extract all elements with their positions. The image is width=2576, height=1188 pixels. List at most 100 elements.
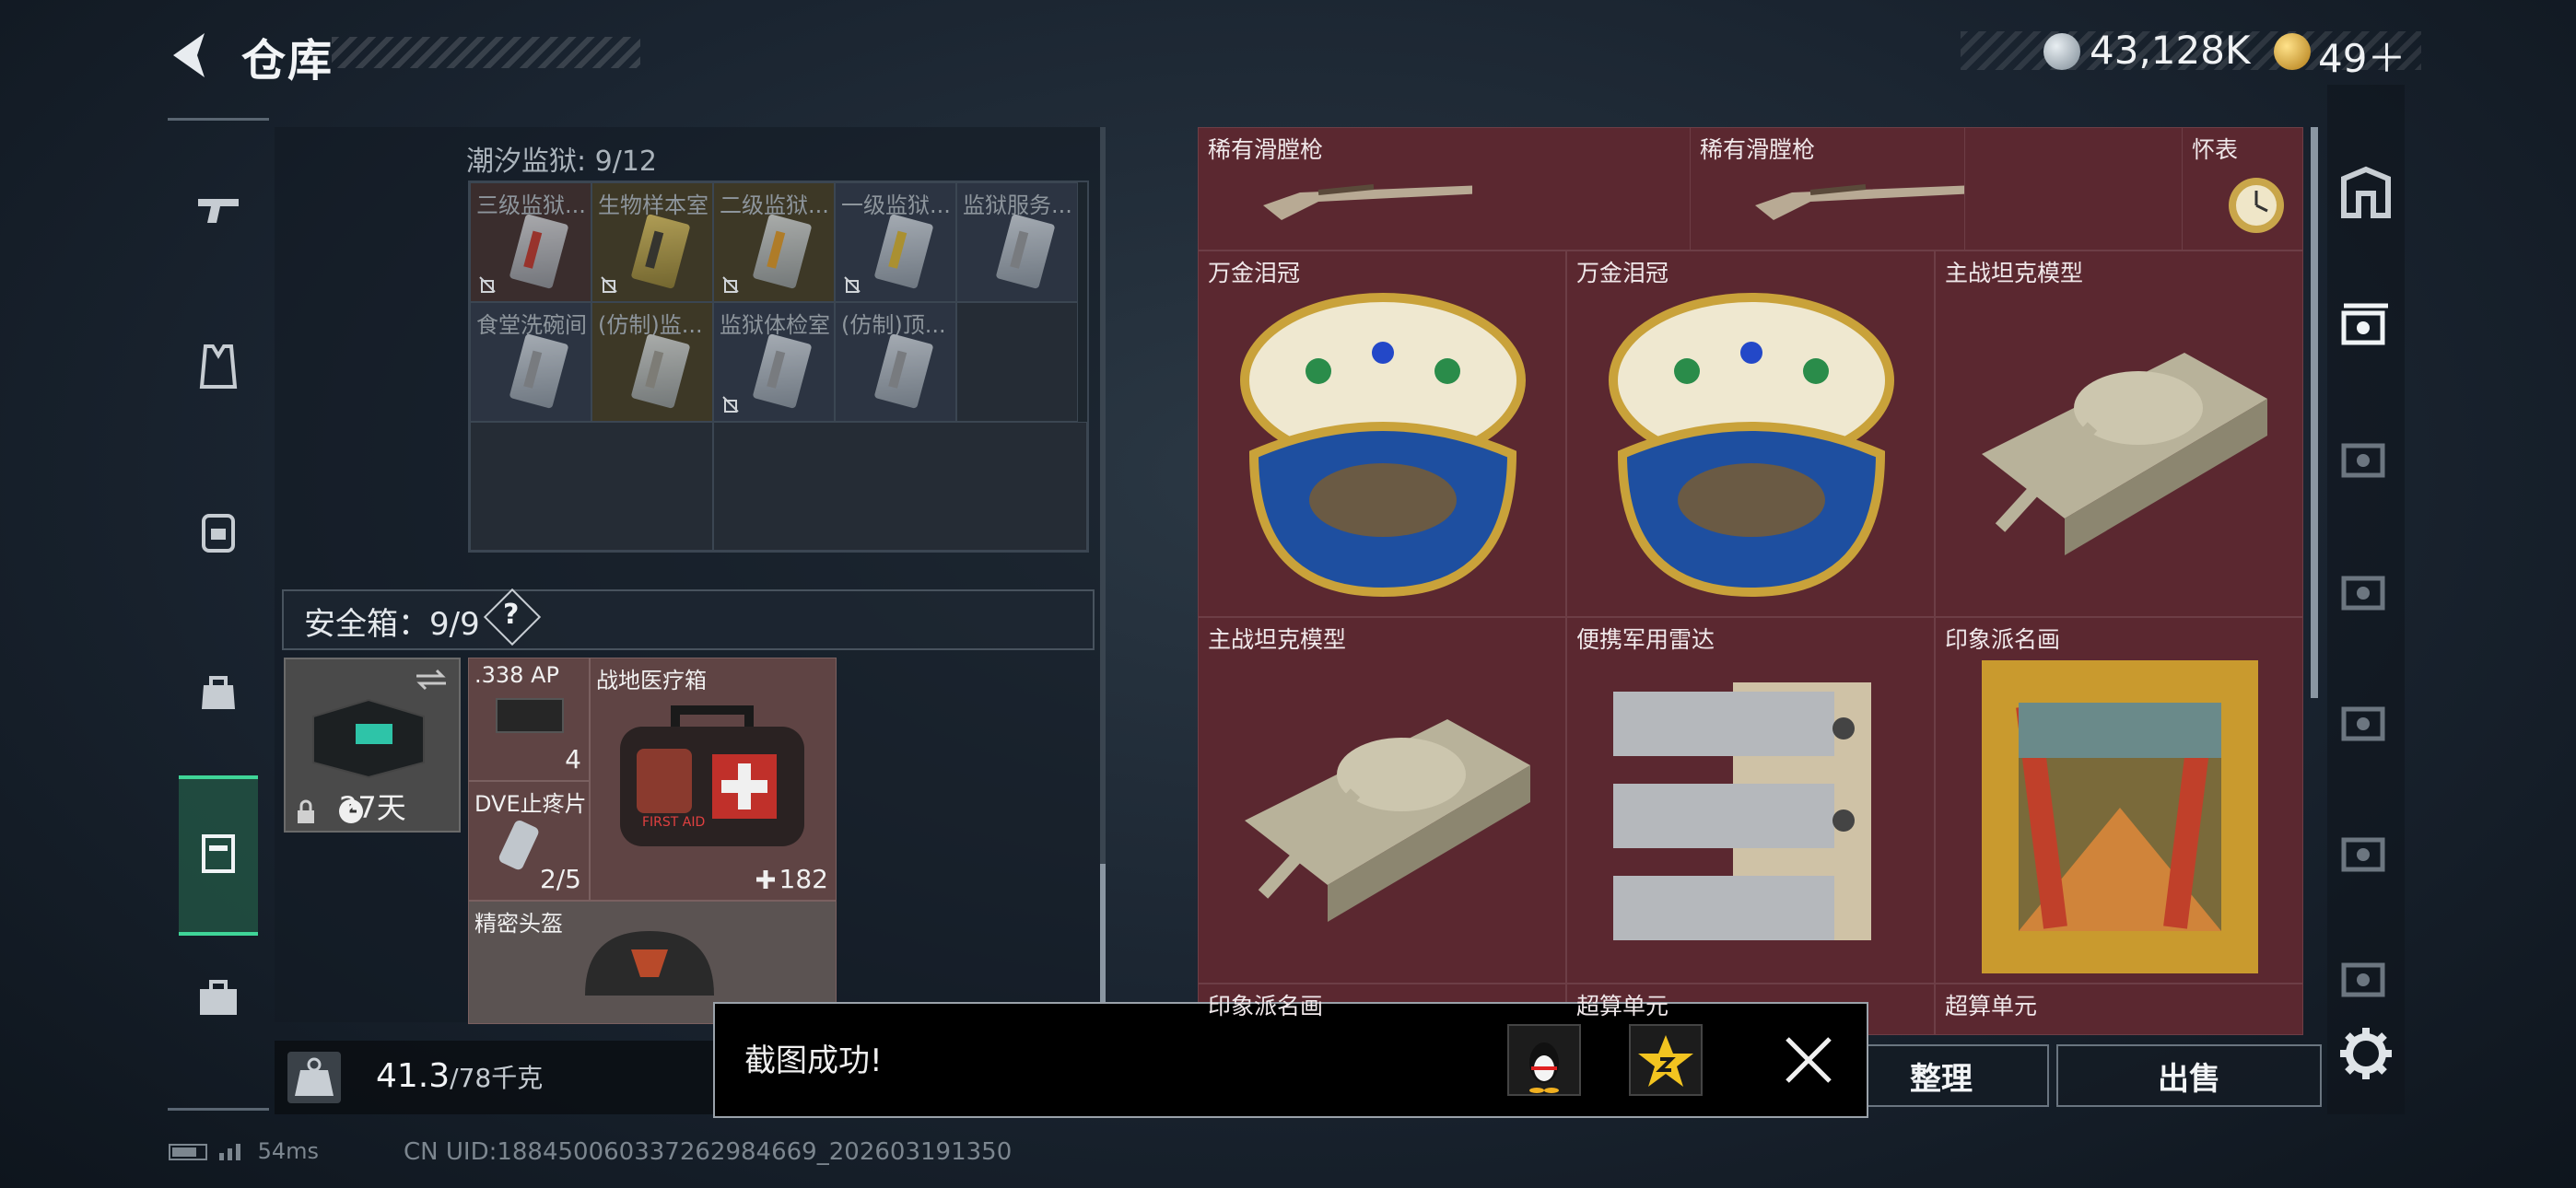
battery-signal-icon — [169, 1144, 240, 1160]
swap-icon — [416, 669, 446, 691]
stash-home-icon[interactable] — [2338, 166, 2394, 221]
weight-value: 41.3/78千克 — [376, 1057, 544, 1095]
keycard-slot-empty[interactable] — [956, 302, 1078, 422]
rail-toolbox[interactable] — [184, 962, 252, 1031]
svg-text:FIRST AID: FIRST AID — [642, 815, 705, 830]
pill-bottle-icon — [498, 820, 539, 870]
keycard-slot[interactable]: 三级监狱... — [470, 182, 591, 302]
safe-box-label: 安全箱：9/9 — [304, 606, 480, 643]
network-status: 54ms — [168, 1138, 319, 1164]
pistol-icon — [198, 199, 239, 223]
keycard-slot[interactable]: 二级监狱... — [713, 182, 835, 302]
keycard-grid: 三级监狱... 生物样本室 二级监狱... 一级监狱... 监狱服务... 食堂… — [468, 181, 1089, 553]
qzone-star-icon — [1638, 1035, 1693, 1087]
keycard-slot[interactable]: 食堂洗碗间 — [470, 302, 591, 422]
rail-weapons[interactable] — [184, 174, 252, 242]
no-trade-icon — [722, 276, 739, 293]
stash-tab-iv-icon[interactable] — [2338, 562, 2394, 617]
keycard-container-label: 潮汐监狱: 9/12 — [466, 146, 658, 178]
inventory-scroll-thumb[interactable] — [1100, 864, 1106, 1002]
stash-tab-iv-icon[interactable] — [2338, 823, 2394, 879]
weight-icon — [287, 1052, 341, 1103]
stash-item-radar[interactable]: 便携军用雷达 — [1566, 617, 1935, 984]
rail-safe-box[interactable] — [179, 775, 258, 936]
stash-item-jeweled-egg[interactable]: 万金泪冠 — [1566, 250, 1935, 617]
keycard-slot[interactable]: 生物样本室 — [591, 182, 713, 302]
tank-model-image — [1245, 719, 1530, 922]
musket-image — [1755, 184, 1965, 220]
gold-coin-icon — [2274, 33, 2311, 70]
jeweled-egg-image — [1609, 293, 1894, 598]
rail-vest[interactable] — [184, 332, 252, 401]
keycard-slot[interactable]: 监狱服务... — [956, 182, 1078, 302]
toolbox-icon — [200, 980, 237, 1015]
safe-box-icon — [202, 834, 235, 873]
page-title: 仓库 — [241, 35, 334, 87]
stash-item-painting[interactable]: 印象派名画 — [1935, 617, 2303, 984]
ammo-item[interactable]: .338 AP 4 — [468, 658, 590, 781]
stash-tab-iii-icon[interactable] — [2338, 693, 2394, 748]
share-qzone-button[interactable] — [1629, 1024, 1703, 1096]
no-trade-icon — [722, 396, 739, 413]
plus-icon — [756, 870, 775, 889]
stash-item-musket[interactable]: 稀有滑膛枪 — [1690, 127, 1966, 250]
category-rail — [168, 118, 269, 1111]
lock-icon — [298, 799, 314, 823]
rail-bag[interactable] — [184, 657, 252, 725]
stash-item-tank-model[interactable]: 主战坦克模型 — [1935, 250, 2303, 617]
no-trade-icon — [479, 276, 496, 293]
toast-message: 截图成功! — [744, 1042, 883, 1079]
first-aid-kit-image: FIRST AID — [620, 705, 804, 846]
money-balance: 43,128K — [2090, 28, 2251, 73]
safe-box-days: 27天 — [339, 790, 406, 825]
safe-box-image — [312, 698, 425, 779]
military-radar-image — [1613, 682, 1871, 940]
ammo-box-icon — [496, 698, 564, 733]
user-uid: CN UID:18845006033726298466​9_2026031913… — [404, 1138, 1013, 1166]
vest-icon — [199, 344, 238, 389]
no-trade-icon — [601, 276, 617, 293]
title-decoration — [332, 37, 640, 68]
qq-penguin-icon — [1529, 1042, 1559, 1093]
rail-backpack[interactable] — [184, 496, 252, 565]
no-trade-icon — [844, 276, 861, 293]
ticket-balance[interactable]: 49＋ — [2318, 28, 2406, 84]
stash-item-tank-model[interactable]: 主战坦克模型 — [1198, 617, 1566, 984]
painkiller-item[interactable]: DVE止疼片 2/5 — [468, 781, 590, 901]
stash-item-cell[interactable] — [1964, 127, 2184, 250]
medkit-item[interactable]: 战地医疗箱 FIRST AID 182 — [485, 658, 837, 901]
bag-icon — [202, 676, 235, 709]
share-qq-button[interactable] — [1507, 1024, 1581, 1096]
stash-item-supercomputer[interactable]: 超算单元 — [1935, 984, 2303, 1035]
stash-scrollbar[interactable] — [2311, 127, 2318, 698]
stash-tab-iii-icon[interactable] — [2338, 949, 2394, 1004]
stash-item-cell[interactable] — [1472, 127, 1691, 250]
impressionist-painting-image — [1982, 660, 2258, 973]
stash-item-pocket-watch[interactable]: 怀表 — [2182, 127, 2303, 250]
keycard-slot[interactable]: 监狱体检室 — [713, 302, 835, 422]
jeweled-egg-image — [1240, 293, 1526, 598]
keycard-slot-empty[interactable] — [470, 422, 713, 551]
backpack-icon — [202, 514, 235, 553]
keycard-slot[interactable]: 一级监狱... — [835, 182, 956, 302]
stash-item-musket[interactable]: 稀有滑膛枪 — [1198, 127, 1474, 250]
weight-max: /78千克 — [450, 1063, 544, 1093]
help-glyph: ? — [503, 599, 520, 631]
tank-model-image — [1982, 353, 2267, 555]
keycard-slot[interactable]: (仿制)顶... — [835, 302, 956, 422]
sell-button[interactable]: 出售 — [2056, 1044, 2322, 1107]
pocket-watch-image — [2229, 178, 2284, 233]
musket-image — [1263, 184, 1473, 220]
helmet-image — [585, 931, 714, 996]
keycard-slot[interactable]: (仿制)监... — [591, 302, 713, 422]
keycard-slot-empty[interactable] — [713, 422, 1087, 551]
stash-item-jeweled-egg[interactable]: 万金泪冠 — [1198, 250, 1566, 617]
gear-icon[interactable] — [2336, 1024, 2395, 1083]
stash-tab-1-icon[interactable] — [2338, 297, 2394, 352]
back-arrow-icon[interactable] — [166, 28, 212, 83]
stash-panel: 稀有滑膛枪 稀有滑膛枪 怀表 万金泪冠 万金泪冠 主战坦克模型 主战坦克模型 便… — [1198, 127, 2303, 1035]
close-icon[interactable] — [1778, 1030, 1839, 1090]
silver-coin-icon — [2043, 33, 2080, 70]
safe-box-grid: .338 AP 4 战地医疗箱 FIRST AID 182 DVE止疼片 2/5… — [468, 658, 837, 1032]
stash-tab-iv-icon[interactable] — [2338, 429, 2394, 484]
